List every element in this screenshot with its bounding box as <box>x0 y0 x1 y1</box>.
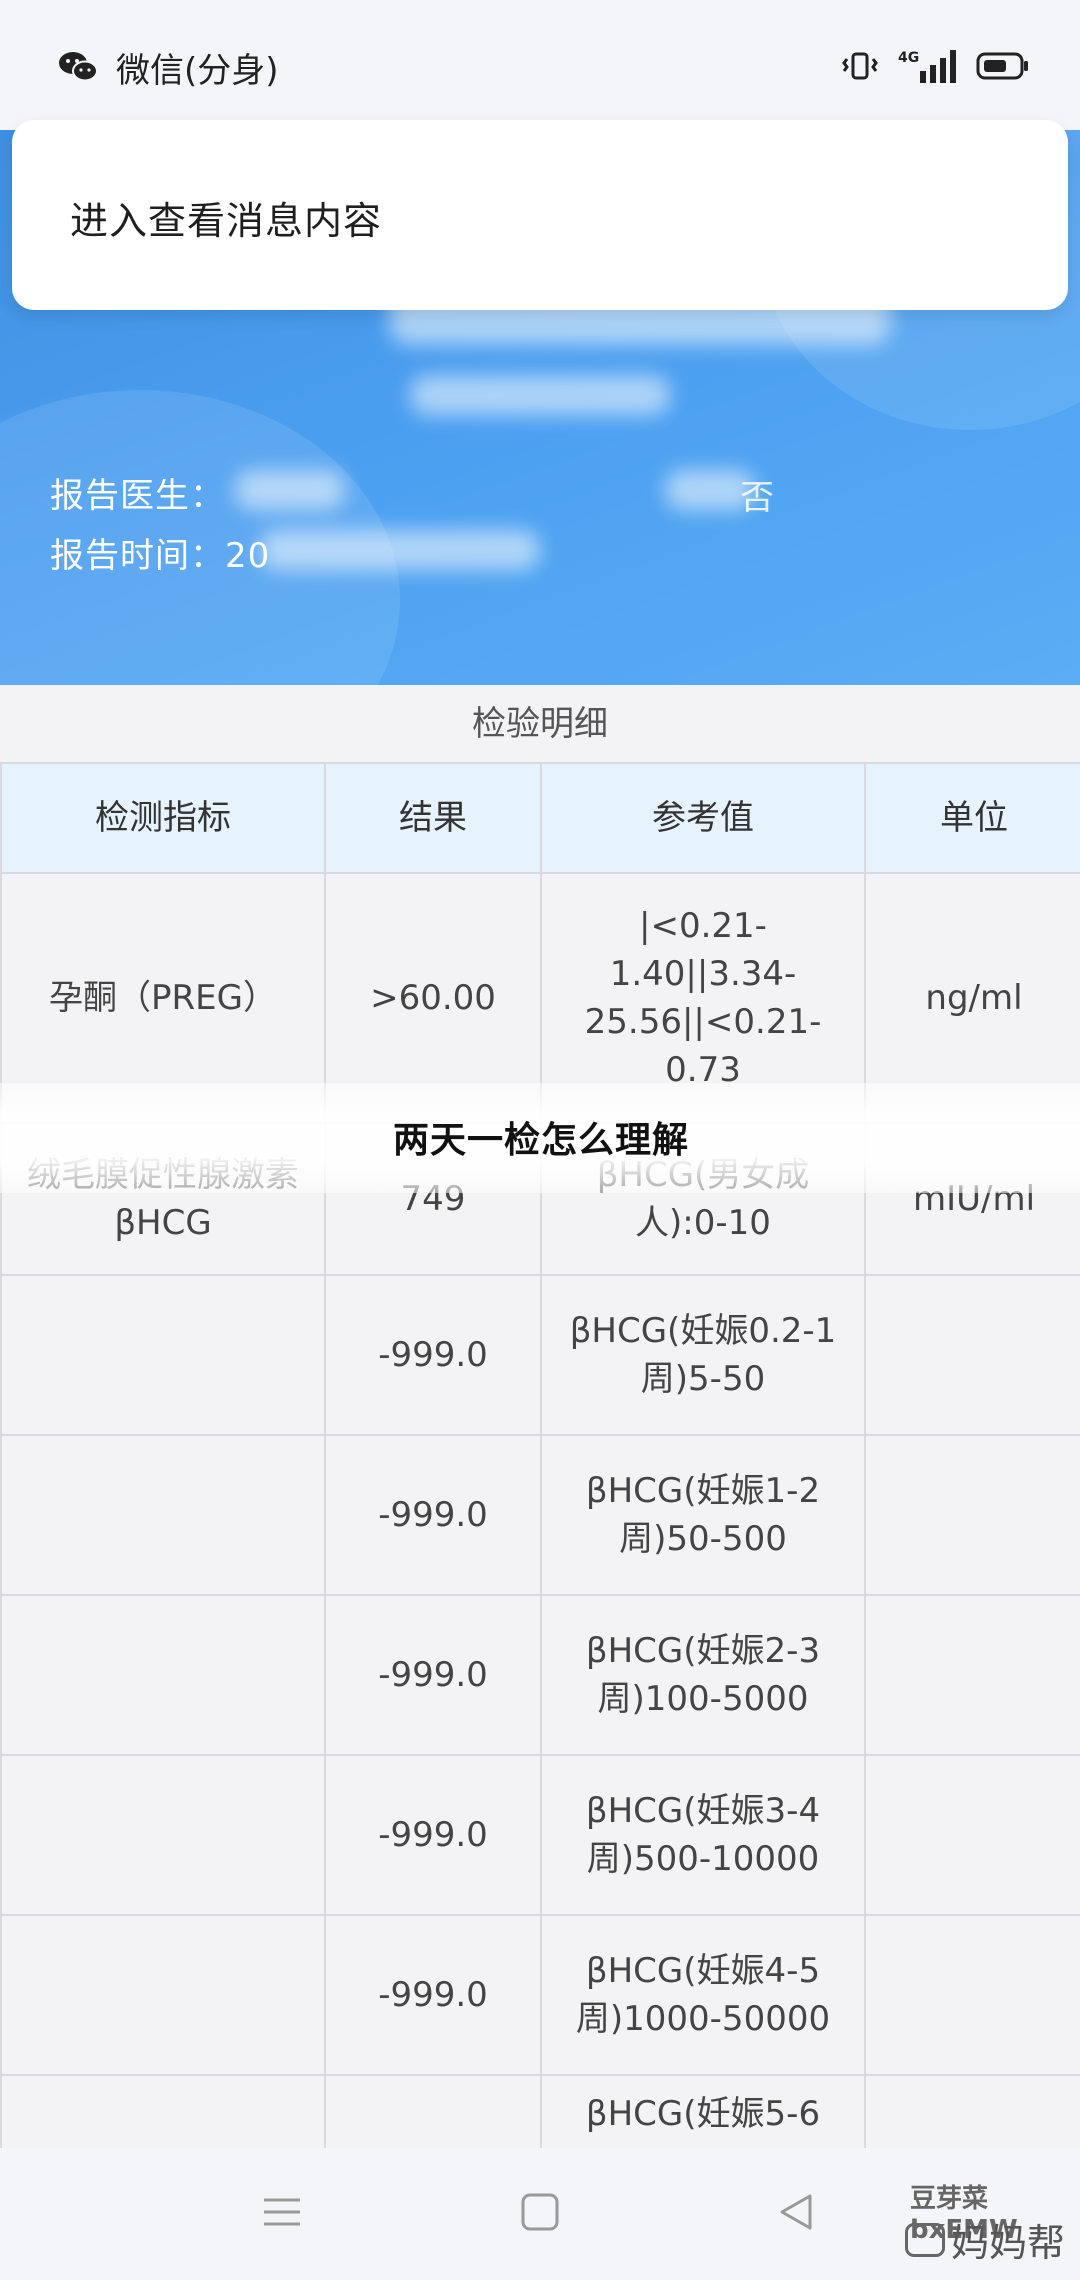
report-doctor: 报告医生： <box>50 468 225 517</box>
cell-unit <box>864 1914 1080 2076</box>
home-square-icon[interactable] <box>520 2192 560 2232</box>
notification-text[interactable]: 进入查看消息内容 <box>70 190 382 245</box>
back-triangle-icon[interactable] <box>776 2192 816 2232</box>
column-header-result: 结果 <box>324 762 542 874</box>
cell-indicator <box>0 1914 326 2076</box>
report-table: 检测指标 结果 参考值 单位 孕酮（PREG） >60.00 |<0.21-1.… <box>0 762 1080 2236</box>
cell-reference: βHCG(妊娠0.2-1周)5-50 <box>540 1274 866 1436</box>
cell-result: -999.0 <box>324 1754 542 1916</box>
battery-icon <box>976 52 1028 80</box>
status-left: 微信(分身) <box>58 44 279 91</box>
column-header-indicator: 检测指标 <box>0 762 326 874</box>
vibrate-icon <box>842 52 878 80</box>
status-app-name: 微信(分身) <box>116 50 279 91</box>
cell-indicator <box>0 1594 326 1756</box>
cell-unit <box>864 1434 1080 1596</box>
cell-indicator <box>0 1754 326 1916</box>
table-row: -999.0 βHCG(妊娠1-2周)50-500 <box>0 1434 1080 1596</box>
signal-icon: 4G <box>898 50 956 83</box>
table-row: -999.0 βHCG(妊娠0.2-1周)5-50 <box>0 1274 1080 1436</box>
column-header-unit: 单位 <box>864 762 1080 874</box>
cell-result: -999.0 <box>324 1274 542 1436</box>
cell-unit <box>864 1274 1080 1436</box>
blurred-doctor-name <box>235 470 345 510</box>
section-title: 检验明细 <box>0 685 1080 763</box>
table-row: -999.0 βHCG(妊娠3-4周)500-10000 <box>0 1754 1080 1916</box>
article-title: 两天一检怎么理解 <box>393 1120 690 1161</box>
cell-reference: βHCG(妊娠3-4周)500-10000 <box>540 1754 866 1916</box>
cell-unit <box>864 1754 1080 1916</box>
brand-logo-icon <box>905 2222 945 2257</box>
article-title-band: 两天一检怎么理解 <box>0 1083 1080 1193</box>
cell-reference: βHCG(妊娠4-5周)1000-50000 <box>540 1914 866 2076</box>
notification-card[interactable]: 进入查看消息内容 <box>12 120 1068 310</box>
status-right: 4G <box>838 46 1030 86</box>
column-header-reference: 参考值 <box>540 762 866 874</box>
table-header-row: 检测指标 结果 参考值 单位 <box>0 762 1080 874</box>
blurred-patient-info <box>410 375 670 415</box>
report-right-value: 否 <box>740 478 774 518</box>
cell-indicator <box>0 1274 326 1436</box>
report-time: 报告时间：20 <box>50 528 270 577</box>
status-bar: 微信(分身) 4G <box>0 0 1080 130</box>
blurred-report-time <box>260 530 540 570</box>
cell-result: -999.0 <box>324 1914 542 2076</box>
table-row: -999.0 βHCG(妊娠2-3周)100-5000 <box>0 1594 1080 1756</box>
cell-result: -999.0 <box>324 1594 542 1756</box>
report-time-label: 报告时间：20 <box>50 536 271 576</box>
menu-icon[interactable] <box>262 2192 302 2232</box>
network-label: 4G <box>898 50 919 66</box>
report-doctor-label: 报告医生： <box>50 476 225 516</box>
cell-result: -999.0 <box>324 1434 542 1596</box>
table-row: -999.0 βHCG(妊娠4-5周)1000-50000 <box>0 1914 1080 2076</box>
cell-indicator <box>0 1434 326 1596</box>
cell-reference: βHCG(妊娠2-3周)100-5000 <box>540 1594 866 1756</box>
watermark-brand-name: 妈妈帮 <box>951 2221 1066 2265</box>
watermark-brand: 妈妈帮 <box>905 2212 1065 2267</box>
cell-reference: βHCG(妊娠1-2周)50-500 <box>540 1434 866 1596</box>
wechat-icon <box>59 52 98 82</box>
cell-unit <box>864 1594 1080 1756</box>
